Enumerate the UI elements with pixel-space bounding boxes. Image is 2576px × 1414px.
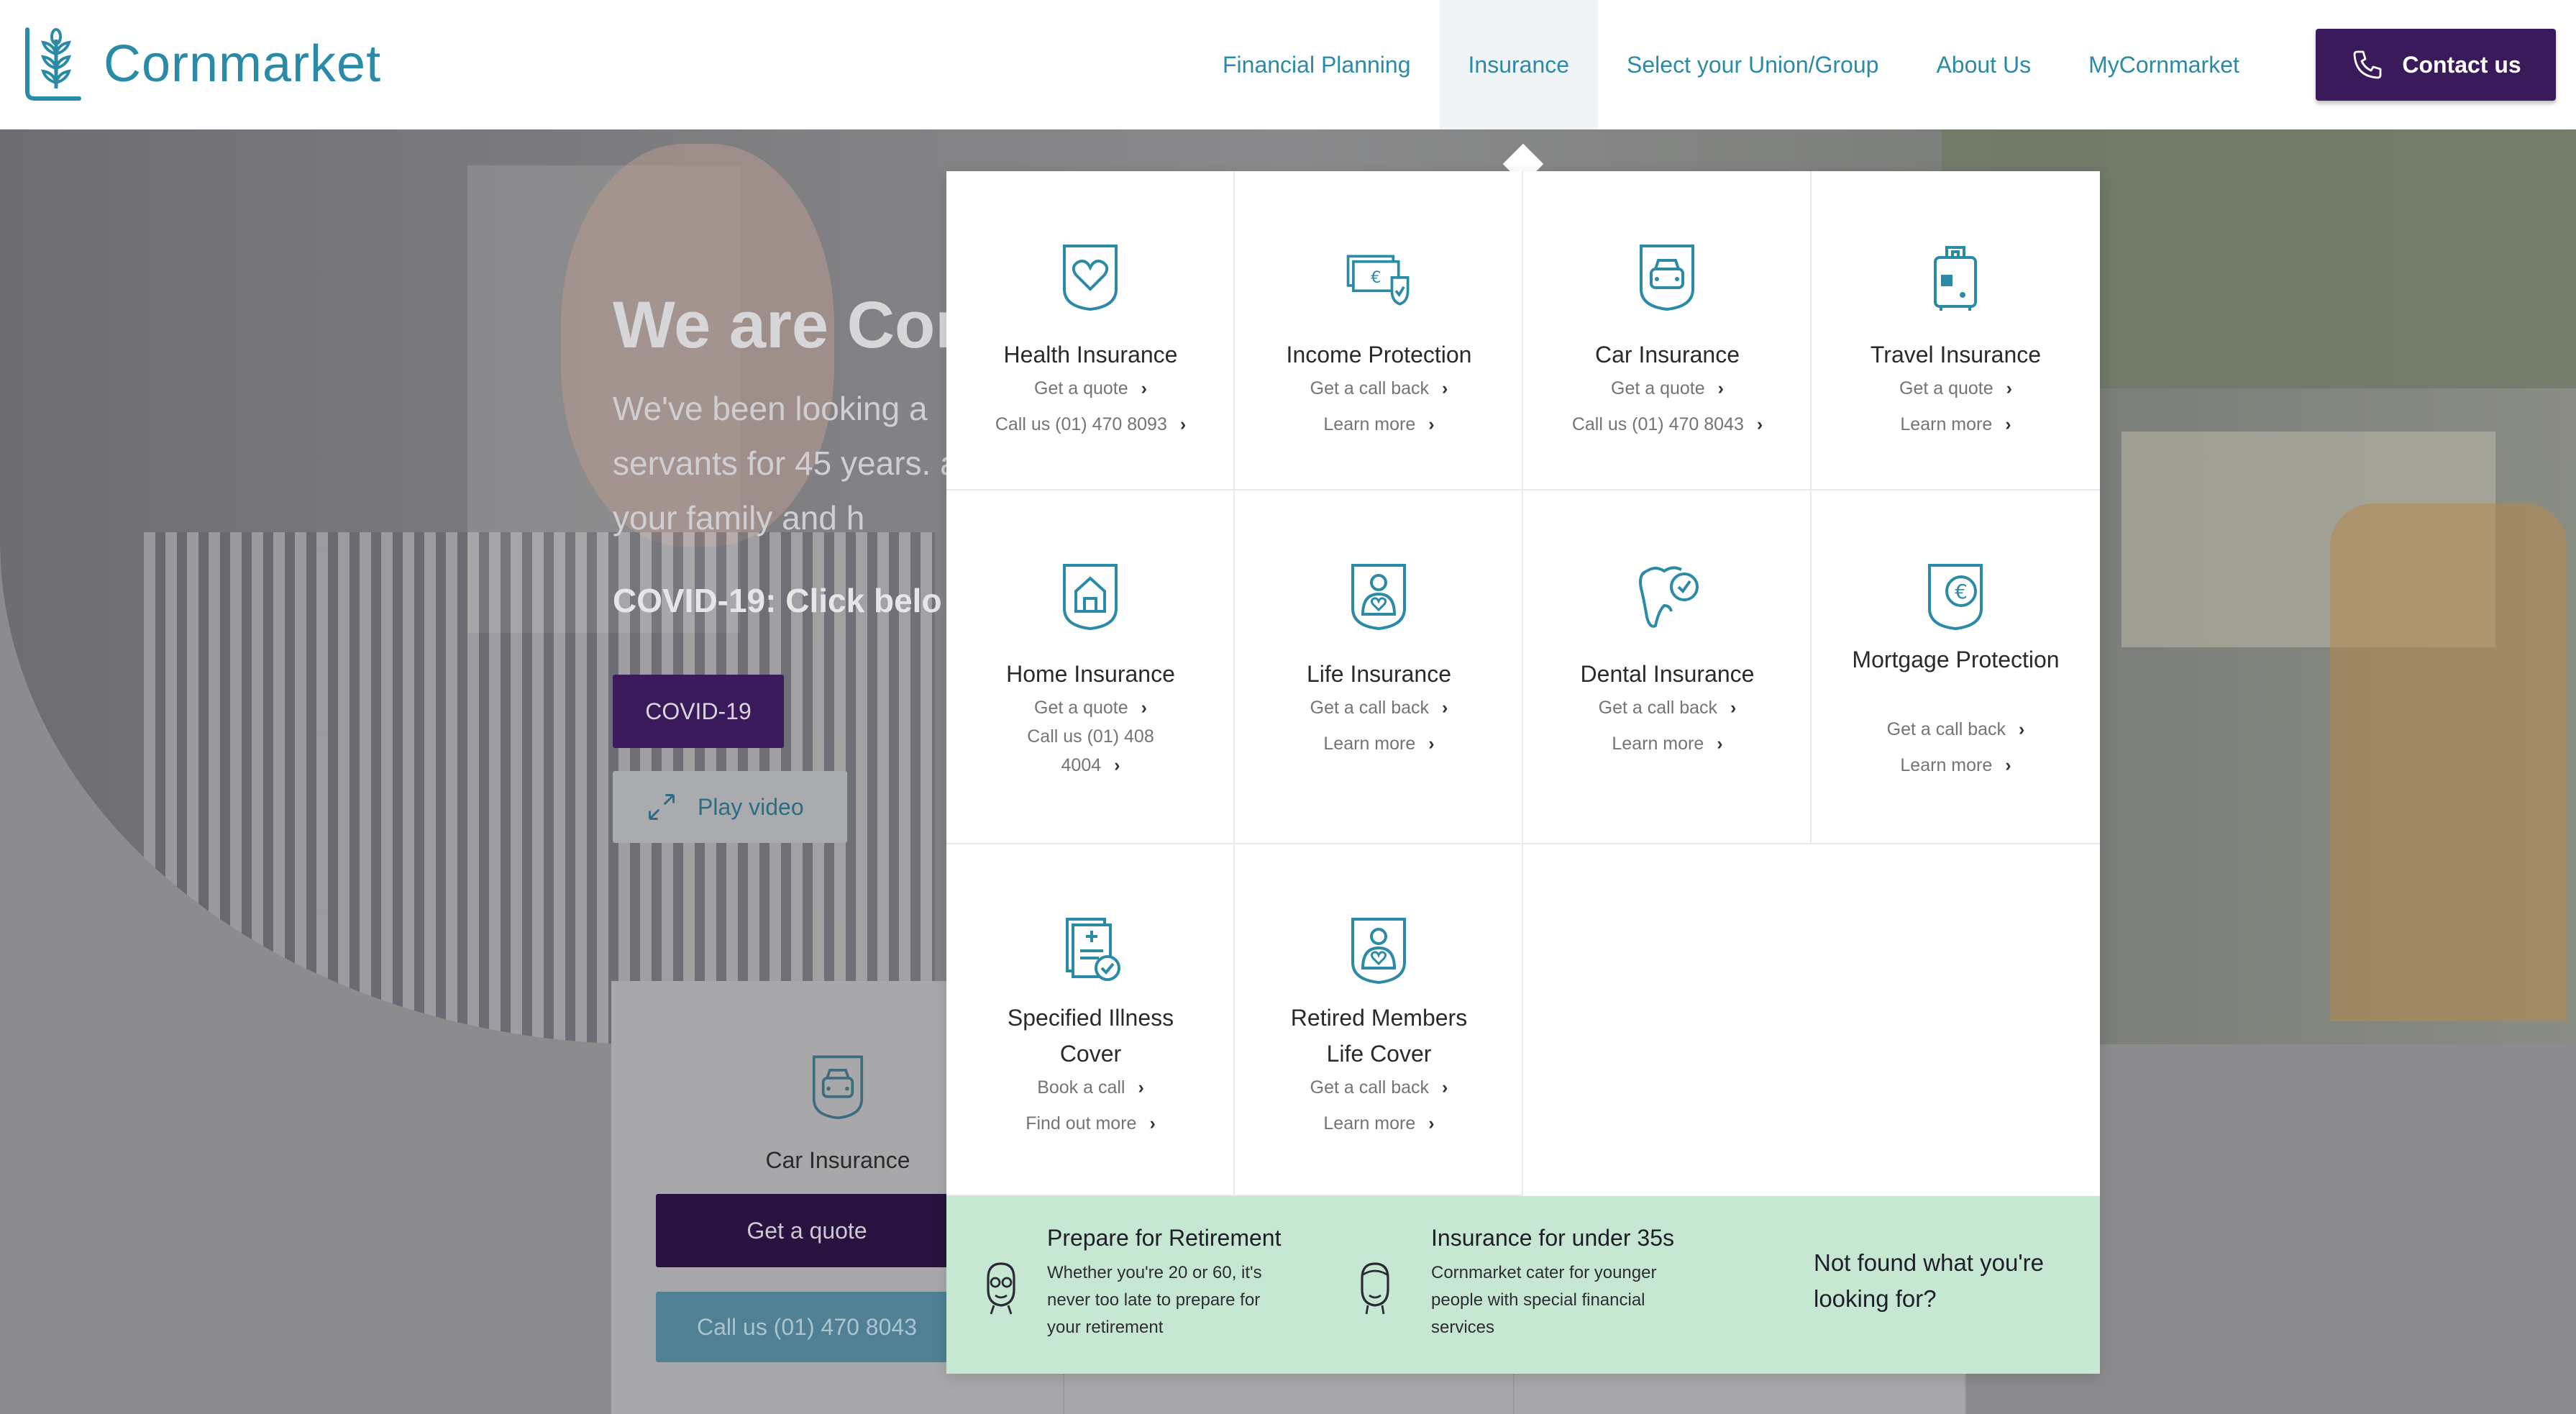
tile-link[interactable]: Learn more ›	[1819, 410, 2093, 439]
health-heart-icon	[1063, 245, 1118, 311]
hero-bg-chair	[2330, 503, 2567, 1021]
car-icon	[1640, 245, 1694, 311]
tile-link[interactable]: Find out more ›	[954, 1109, 1228, 1138]
promo-title: Insurance for under 35s	[1431, 1225, 1674, 1251]
menu-tile-car-insurance[interactable]: Car Insurance Get a quote › Call us (01) …	[1523, 171, 1812, 491]
phone-icon	[2353, 50, 2382, 79]
play-video-label: Play video	[698, 793, 804, 820]
tile-link[interactable]: Get a quote ›	[1819, 374, 2093, 403]
wheat-logo-icon	[25, 27, 81, 101]
tile-link[interactable]: Learn more ›	[1530, 729, 1804, 758]
promo-under-35s[interactable]: Insurance for under 35s Cornmarket cater…	[1320, 1196, 1723, 1374]
menu-tile-mortgage-protection[interactable]: € Mortgage Protection Get a call back › L…	[1812, 491, 2100, 844]
tile-title: Travel Insurance	[1870, 342, 2042, 368]
hero-title: We are Cor	[613, 288, 962, 362]
nav-select-union-group[interactable]: Select your Union/Group	[1598, 0, 1907, 129]
menu-tile-income-protection[interactable]: € Income Protection Get a call back › Lea…	[1235, 171, 1523, 491]
retiree-face-icon	[987, 1262, 1015, 1315]
expand-arrows-icon	[649, 794, 675, 820]
menu-tile-specified-illness-cover[interactable]: Specified Illness Cover Book a call › Fin…	[946, 844, 1235, 1196]
person-heart-icon	[1351, 564, 1406, 631]
income-cash-icon: €	[1346, 255, 1410, 306]
tile-link[interactable]: Get a quote ›	[954, 693, 1228, 722]
nav-about-us[interactable]: About Us	[1907, 0, 2060, 129]
tile-title: Car Insurance	[1595, 342, 1740, 368]
nav-mycornmarket[interactable]: MyCornmarket	[2060, 0, 2268, 129]
tile-link[interactable]: Call us (01) 408 4004 ›	[1018, 722, 1163, 780]
main-nav: Financial Planning Insurance Select your…	[1194, 0, 2268, 129]
tile-title: Life Insurance	[1306, 661, 1451, 687]
menu-tile-life-insurance[interactable]: Life Insurance Get a call back › Learn mo…	[1235, 491, 1523, 844]
tile-title: Mortgage Protection	[1852, 647, 2060, 672]
menu-tile-travel-insurance[interactable]: Travel Insurance Get a quote › Learn more…	[1812, 171, 2100, 491]
contact-us-label: Contact us	[2402, 51, 2521, 78]
brand-name: Cornmarket	[104, 35, 382, 93]
menu-tile-home-insurance[interactable]: Home Insurance Get a quote › Call us (01)…	[946, 491, 1235, 844]
nav-insurance[interactable]: Insurance	[1439, 0, 1599, 129]
card-get-quote-button[interactable]: Get a quote	[656, 1194, 958, 1267]
clipboard-check-icon	[1066, 918, 1120, 981]
tile-title: Specified Illness Cover	[1007, 1005, 1174, 1067]
tile-link[interactable]: Get a quote ›	[1530, 374, 1804, 403]
tile-link[interactable]: Learn more ›	[1819, 751, 2093, 780]
promo-desc: Whether you're 20 or 60, it's never too …	[1047, 1263, 1262, 1337]
covid-button[interactable]: COVID-19	[613, 675, 784, 748]
tile-link[interactable]: Get a call back ›	[1242, 693, 1516, 722]
tile-link[interactable]: Get a call back ›	[1242, 374, 1516, 403]
tile-link[interactable]: Call us (01) 470 8043 ›	[1530, 410, 1804, 439]
house-icon	[1063, 564, 1118, 631]
tile-link[interactable]: Get a call back ›	[1530, 693, 1804, 722]
promo-title: Prepare for Retirement	[1047, 1225, 1282, 1251]
promo-prepare-retirement[interactable]: Prepare for Retirement Whether you're 20…	[946, 1196, 1320, 1374]
tile-title: Retired Members Life Cover	[1290, 1005, 1468, 1067]
euro-document-icon: €	[1928, 564, 1983, 631]
menu-footer-promos: Prepare for Retirement Whether you're 20…	[946, 1196, 2100, 1374]
person-heart-icon	[1351, 918, 1406, 985]
menu-tile-retired-members-life-cover[interactable]: Retired Members Life Cover Get a call ba…	[1235, 844, 1523, 1196]
play-video-button[interactable]: Play video	[613, 771, 847, 843]
cornmarket-logo[interactable]: Cornmarket	[22, 24, 381, 104]
young-face-icon	[1361, 1262, 1389, 1315]
contact-us-button[interactable]: Contact us	[2316, 29, 2556, 101]
hero-covid-heading: COVID-19: Click belo	[613, 582, 942, 619]
tile-title: Health Insurance	[1003, 342, 1178, 368]
tile-title: Dental Insurance	[1580, 661, 1755, 687]
luggage-icon	[1934, 246, 1977, 311]
nav-financial-planning[interactable]: Financial Planning	[1194, 0, 1440, 129]
tile-title: Home Insurance	[1006, 661, 1175, 687]
car-icon	[812, 1055, 864, 1120]
tooth-icon	[1639, 566, 1699, 628]
tile-link[interactable]: Learn more ›	[1242, 410, 1516, 439]
tile-link[interactable]: Learn more ›	[1242, 729, 1516, 758]
svg-text:€: €	[1955, 580, 1968, 603]
tile-link[interactable]: Book a call ›	[954, 1073, 1228, 1102]
tile-title: Income Protection	[1286, 342, 1472, 368]
menu-tile-dental-insurance[interactable]: Dental Insurance Get a call back › Learn …	[1523, 491, 1812, 844]
tile-link[interactable]: Call us (01) 470 8093 ›	[954, 410, 1228, 439]
insurance-mega-menu: Health Insurance Get a quote › Call us (0…	[946, 171, 2100, 1374]
menu-tile-health-insurance[interactable]: Health Insurance Get a quote › Call us (0…	[946, 171, 1235, 491]
card-call-button[interactable]: Call us (01) 470 8043	[656, 1292, 958, 1362]
car-insurance-card-title: Car Insurance	[765, 1147, 910, 1173]
tile-link[interactable]: Learn more ›	[1242, 1109, 1516, 1138]
tile-link[interactable]: Get a call back ›	[1242, 1073, 1516, 1102]
site-header: Cornmarket Financial Planning Insurance …	[0, 0, 2576, 129]
promo-desc: Cornmarket cater for younger people with…	[1431, 1263, 1657, 1337]
not-found-link[interactable]: Not found what you're looking for?	[1814, 1245, 2073, 1317]
tile-link[interactable]: Get a call back ›	[1819, 715, 2093, 744]
tile-link[interactable]: Get a quote ›	[954, 374, 1228, 403]
svg-text:€: €	[1371, 268, 1381, 287]
